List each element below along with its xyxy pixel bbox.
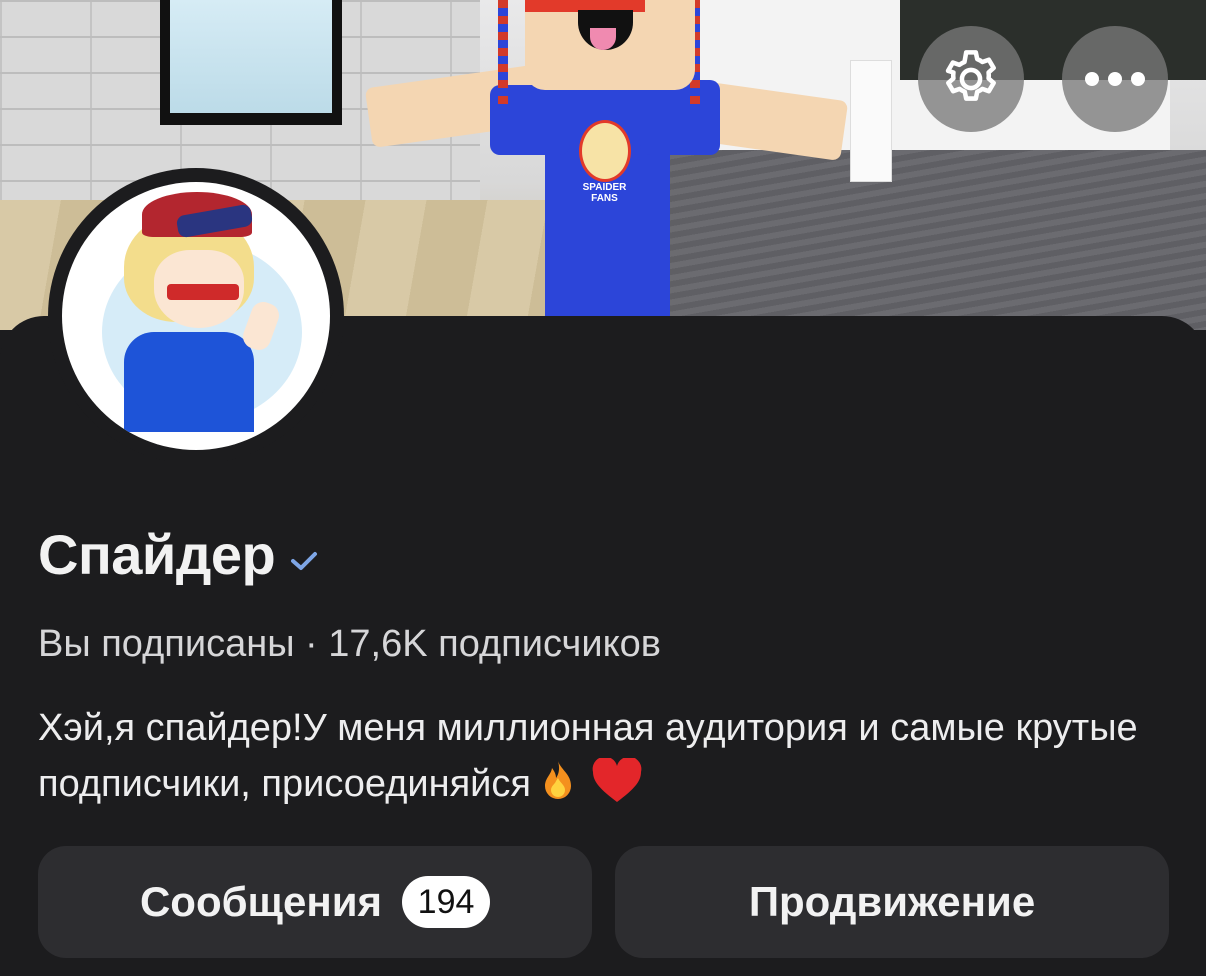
subscription-meta[interactable]: Вы подписаны · 17,6K подписчиков [38, 620, 661, 668]
profile-bio: Хэй,я спайдер!У меня миллионная аудитори… [38, 700, 1158, 812]
settings-button[interactable] [918, 26, 1024, 132]
messages-label: Сообщения [139, 878, 383, 925]
avatar[interactable] [62, 182, 330, 450]
gray-floor [620, 150, 1206, 330]
gear-icon [945, 50, 996, 101]
wall-monitor [160, 0, 342, 125]
avatar-shirt [124, 332, 254, 432]
heart-emoji-icon [591, 756, 643, 804]
messages-count-badge: 194 [402, 876, 491, 928]
fire-emoji-icon [535, 758, 581, 804]
promotion-button[interactable]: Продвижение [615, 846, 1169, 958]
avatar-glasses [167, 284, 239, 300]
more-horizontal-icon [1085, 72, 1145, 86]
shirt-logo-text: SPAIDER FANS [582, 182, 627, 204]
messages-button[interactable]: Сообщения 194 [38, 846, 592, 958]
promotion-label: Продвижение [748, 878, 1036, 925]
bio-text: Хэй,я спайдер!У меня миллионная аудитори… [38, 707, 1138, 805]
more-button[interactable] [1062, 26, 1168, 132]
profile-name: Спайдер [38, 523, 276, 586]
verified-check-icon [289, 546, 319, 576]
character-sleeve-right [640, 80, 720, 155]
character-shirt-logo: SPAIDER FANS [572, 120, 637, 215]
character-strap-left [498, 0, 508, 110]
profile-name-row: Спайдер [38, 522, 319, 588]
desk-leg [850, 60, 892, 182]
